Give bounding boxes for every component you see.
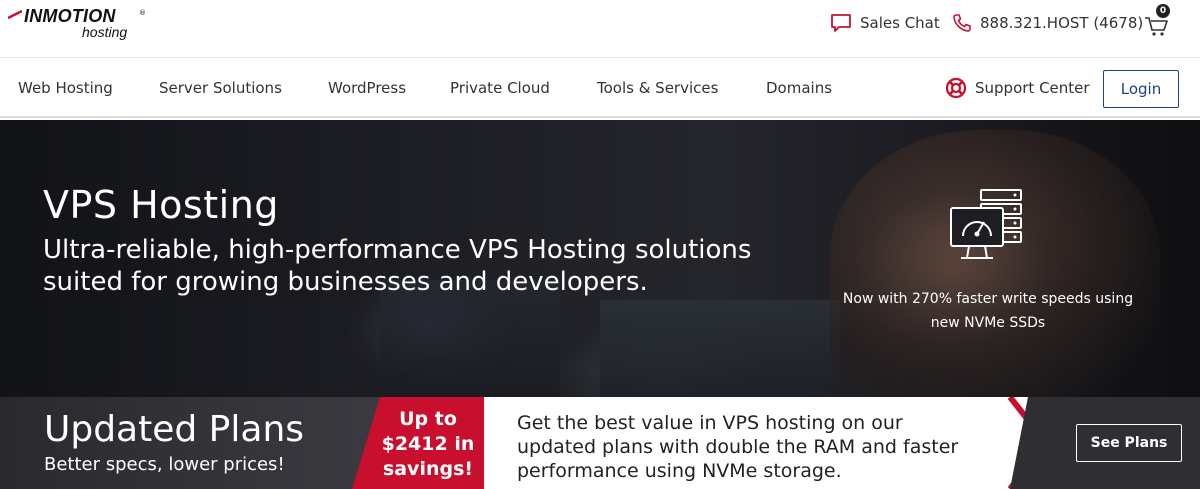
logo-swoosh-icon xyxy=(8,10,22,20)
nav-item-server-solutions[interactable]: Server Solutions xyxy=(159,79,282,97)
promo-savings: Up to $2412 in savings! xyxy=(381,408,475,480)
promo-tagline: Better specs, lower prices! xyxy=(44,454,285,475)
nav-item-web-hosting[interactable]: Web Hosting xyxy=(18,79,113,97)
chat-icon xyxy=(831,14,851,32)
top-bar: INMOTION ® hosting Sales Chat 888.321.HO… xyxy=(0,0,1200,58)
server-gauge-icon xyxy=(950,189,1022,259)
hero-performance-note: Now with 270% faster write speeds using … xyxy=(842,291,1134,331)
hero-banner: VPS Hosting Ultra-reliable, high-perform… xyxy=(0,120,1200,397)
phone-icon xyxy=(953,14,971,32)
hero-subtitle: Ultra-reliable, high-performance VPS Hos… xyxy=(43,235,752,297)
support-center-link[interactable]: Support Center xyxy=(945,77,1090,99)
nav-item-private-cloud[interactable]: Private Cloud xyxy=(450,79,550,97)
cart-button[interactable]: 0 xyxy=(1143,4,1175,36)
see-plans-button[interactable]: See Plans xyxy=(1076,424,1182,462)
logo-registered: ® xyxy=(139,9,146,17)
logo-sub: hosting xyxy=(82,24,128,40)
phone-link[interactable]: 888.321.HOST (4678) xyxy=(952,10,1143,36)
promo-description: Get the best value in VPS hosting on our… xyxy=(517,412,959,482)
promo-banner: Updated Plans Better specs, lower prices… xyxy=(0,397,1200,489)
login-button[interactable]: Login xyxy=(1103,70,1179,108)
hero-title: VPS Hosting xyxy=(43,183,279,227)
nav-item-domains[interactable]: Domains xyxy=(766,79,832,97)
main-nav: Web Hosting Server Solutions WordPress P… xyxy=(0,58,1200,118)
phone-number: 888.321.HOST (4678) xyxy=(980,14,1144,32)
cart-count-badge: 0 xyxy=(1156,4,1170,18)
sales-chat-label: Sales Chat xyxy=(860,14,940,32)
sales-chat-link[interactable]: Sales Chat xyxy=(830,10,940,36)
logo[interactable]: INMOTION ® hosting xyxy=(8,6,148,46)
nav-item-tools-services[interactable]: Tools & Services xyxy=(597,79,718,97)
support-center-label: Support Center xyxy=(975,79,1090,97)
lifebuoy-icon xyxy=(945,77,967,99)
promo-title: Updated Plans xyxy=(44,409,305,450)
nav-item-wordpress[interactable]: WordPress xyxy=(328,79,406,97)
hero-background-monitor xyxy=(600,300,840,397)
